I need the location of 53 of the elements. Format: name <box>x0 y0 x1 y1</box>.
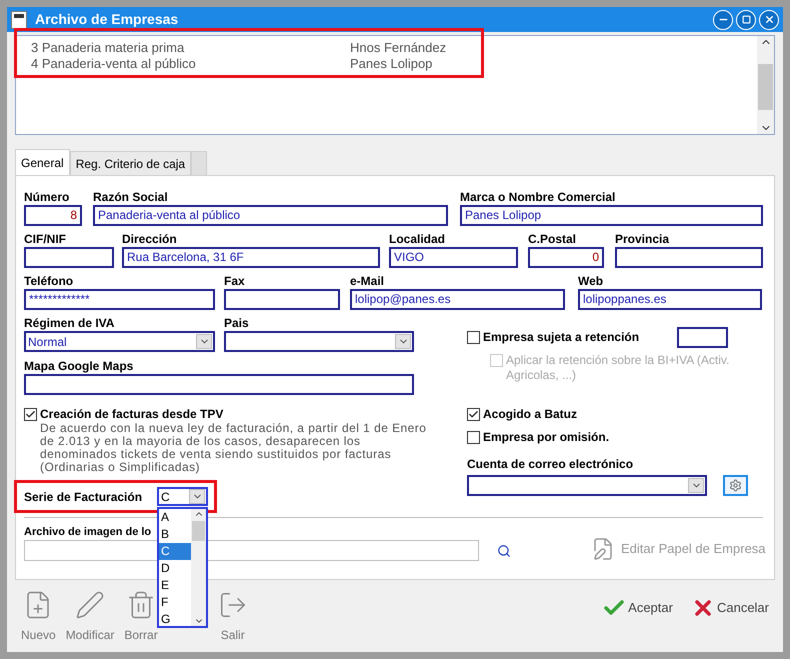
toolbar-button[interactable]: Nuevo <box>21 590 56 644</box>
checkbox-label: Acogido a Batuz <box>483 407 578 422</box>
field-label: Web <box>578 273 604 289</box>
field-label: Razón Social <box>93 189 169 205</box>
dropdown-option[interactable]: E <box>159 577 191 594</box>
dropdown-option[interactable]: G <box>159 611 191 628</box>
field-label: Archivo de imagen de lo <box>24 525 152 540</box>
field-label: Marca o Nombre Comercial <box>460 189 616 205</box>
field-label: Dirección <box>122 231 178 247</box>
input-field[interactable]: 8 <box>24 205 82 226</box>
list-row[interactable]: 4 Panaderia-venta al público Panes Lolipop <box>31 56 757 72</box>
dropdown-option[interactable]: B <box>159 526 191 543</box>
field-label: Serie de Facturación <box>24 488 144 504</box>
checkbox-label: Aplicar la retención sobre la BI+IVA (Activ. Agricolas, ...) <box>506 353 730 383</box>
input-field[interactable]: Panaderia-venta al público <box>93 205 448 226</box>
input-field[interactable]: lolipop@panes.es <box>350 289 565 310</box>
input-field[interactable]: Rua Barcelona, 31 6F <box>122 247 380 268</box>
input-field[interactable]: ************* <box>24 289 215 310</box>
dropdown-option[interactable]: A <box>159 509 191 526</box>
input-field[interactable]: lolipoppanes.es <box>578 289 762 310</box>
input-field[interactable]: 0 <box>528 247 604 268</box>
action-button[interactable]: Cancelar <box>690 596 769 620</box>
field-label: Cuenta de correo electrónico <box>467 456 634 472</box>
window-title: Archivo de Empresas <box>35 10 178 29</box>
field-label: Fax <box>224 273 246 289</box>
input-field[interactable]: Panes Lolipop <box>460 205 763 226</box>
field-label: Provincia <box>615 231 670 247</box>
toolbar-button[interactable]: Modificar <box>66 590 114 644</box>
field-label: e-Mail <box>350 273 386 289</box>
info-text: De acuerdo con la nueva ley de facturación, a partir del 1 de Enero de 2.013 y en la mayoria de los casos, desaparecen los denominados tickets de venta siendo sustituidos por facturas (Ordinarias o Simplificadas) <box>40 422 428 474</box>
toolbar-button[interactable]: Salir <box>218 590 248 644</box>
toolbar-button[interactable]: Borrar <box>124 590 158 644</box>
input-field[interactable]: VIGO <box>389 247 518 268</box>
dropdown-field[interactable]: Normal <box>24 331 215 352</box>
checkbox-label: Empresa sujeta a retención <box>483 330 640 345</box>
field-label: Teléfono <box>24 273 74 289</box>
field-label: Localidad <box>389 231 446 247</box>
field-label: Pais <box>224 315 250 331</box>
checkbox-label: Creación de facturas desde TPV <box>40 407 224 422</box>
list-row[interactable]: 3 Panaderia materia prima Hnos Fernández <box>31 40 757 56</box>
tab[interactable]: Reg. Criterio de caja <box>70 151 192 175</box>
dropdown-option[interactable]: F <box>159 594 191 611</box>
dropdown-option[interactable]: C <box>159 543 191 560</box>
field-label: Número <box>24 189 70 205</box>
field-label: Mapa Google Maps <box>24 358 134 374</box>
dropdown-option[interactable]: D <box>159 560 191 577</box>
checkbox-label: Empresa por omisión. <box>483 430 610 445</box>
series-dropdown[interactable]: C <box>157 487 208 506</box>
tab[interactable]: General <box>15 149 70 175</box>
field-label: Régimen de IVA <box>24 315 116 331</box>
field-label: CIF/NIF <box>24 231 67 247</box>
field-label: C.Postal <box>528 231 578 247</box>
action-button[interactable]: Aceptar <box>602 596 673 620</box>
